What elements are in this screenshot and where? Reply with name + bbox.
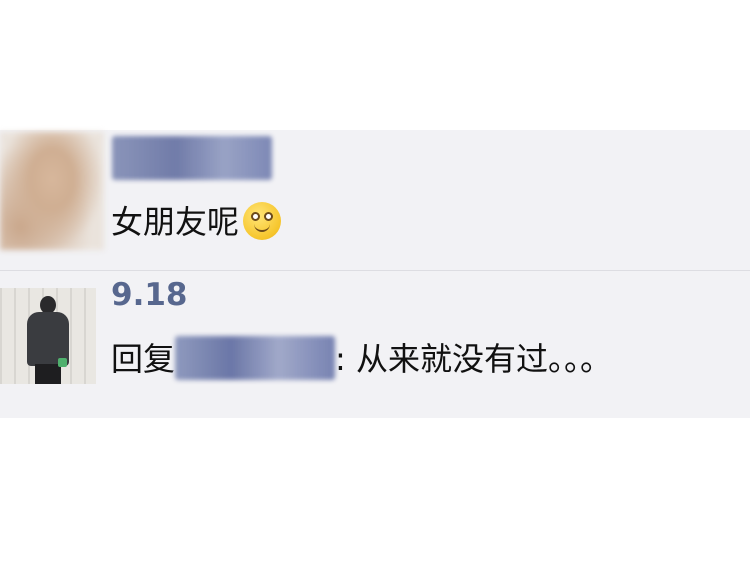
comment-list: 女朋友呢 9.18 回复: 从来就没有过。。。 <box>0 130 750 418</box>
reply-prefix: 回复 <box>111 340 176 378</box>
comment-username[interactable]: 9.18 <box>111 277 188 313</box>
comment-item[interactable]: 9.18 回复 : 从来就没有过。。。 <box>0 130 750 418</box>
reply-text: 回复 : 从来就没有过。。。 <box>111 336 612 380</box>
avatar[interactable] <box>0 288 96 384</box>
reply-target-redacted[interactable] <box>175 336 336 380</box>
reply-body: : 从来就没有过。。。 <box>335 340 612 378</box>
